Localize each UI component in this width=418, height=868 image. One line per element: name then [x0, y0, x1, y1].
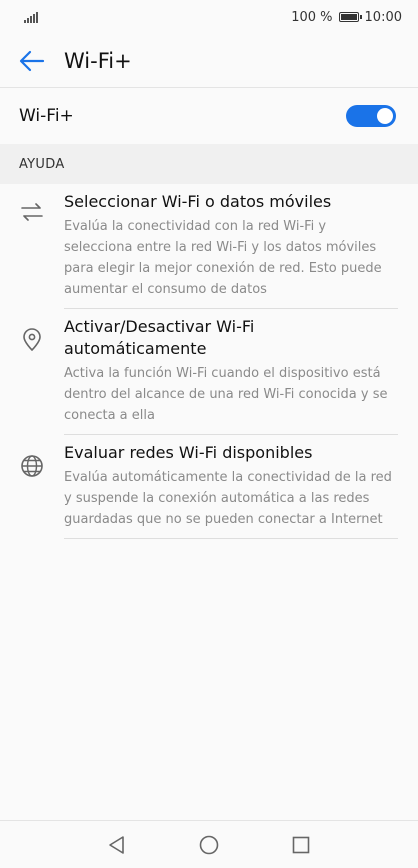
nav-back-button[interactable]: [71, 821, 163, 868]
section-header-help: AYUDA: [0, 144, 418, 184]
back-triangle-icon: [109, 835, 124, 854]
app-bar: Wi-Fi+: [0, 34, 418, 88]
wifi-plus-toggle-row[interactable]: Wi-Fi+: [0, 88, 418, 144]
page-title: Wi-Fi+: [64, 48, 132, 73]
back-button[interactable]: [0, 34, 64, 88]
wifi-plus-switch[interactable]: [346, 105, 396, 127]
status-right: 100 % 10:00: [291, 10, 402, 25]
swap-arrows-icon: [21, 203, 43, 221]
location-pin-icon: [23, 328, 41, 351]
navigation-bar: [0, 820, 418, 868]
clock: 10:00: [364, 9, 402, 25]
screen: 100 % 10:00 Wi-Fi+ Wi-Fi+ AYUDA Seleccio…: [0, 0, 418, 868]
help-list: Seleccionar Wi-Fi o datos móviles Evalúa…: [0, 184, 418, 539]
help-item-auto-wifi: Activar/Desactivar Wi-Fi automáticamente…: [0, 309, 418, 435]
help-item-title: Activar/Desactivar Wi-Fi automáticamente: [64, 317, 255, 358]
nav-home-button[interactable]: [163, 821, 255, 868]
battery-icon: [338, 12, 362, 22]
help-item-title: Seleccionar Wi-Fi o datos móviles: [64, 192, 332, 211]
home-circle-icon: [199, 835, 219, 854]
globe-icon: [21, 455, 43, 477]
help-item-description: Evalúa la conectividad con la red Wi-Fi …: [64, 219, 382, 297]
recents-square-icon: [292, 836, 310, 853]
status-bar: 100 % 10:00: [0, 0, 418, 34]
help-item-description: Activa la función Wi-Fi cuando el dispos…: [64, 366, 388, 423]
help-item-evaluate-networks: Evaluar redes Wi-Fi disponibles Evalúa a…: [0, 435, 418, 539]
nav-recents-button[interactable]: [255, 821, 347, 868]
help-item-select-wifi: Seleccionar Wi-Fi o datos móviles Evalúa…: [0, 184, 418, 309]
help-item-title: Evaluar redes Wi-Fi disponibles: [64, 443, 313, 462]
battery-percentage: 100 %: [291, 9, 333, 25]
switch-knob: [377, 108, 393, 124]
arrow-left-icon: [19, 50, 45, 71]
help-item-description: Evalúa automáticamente la conectividad d…: [64, 470, 392, 527]
wifi-plus-label: Wi-Fi+: [19, 106, 74, 126]
signal-icon: [24, 11, 38, 23]
